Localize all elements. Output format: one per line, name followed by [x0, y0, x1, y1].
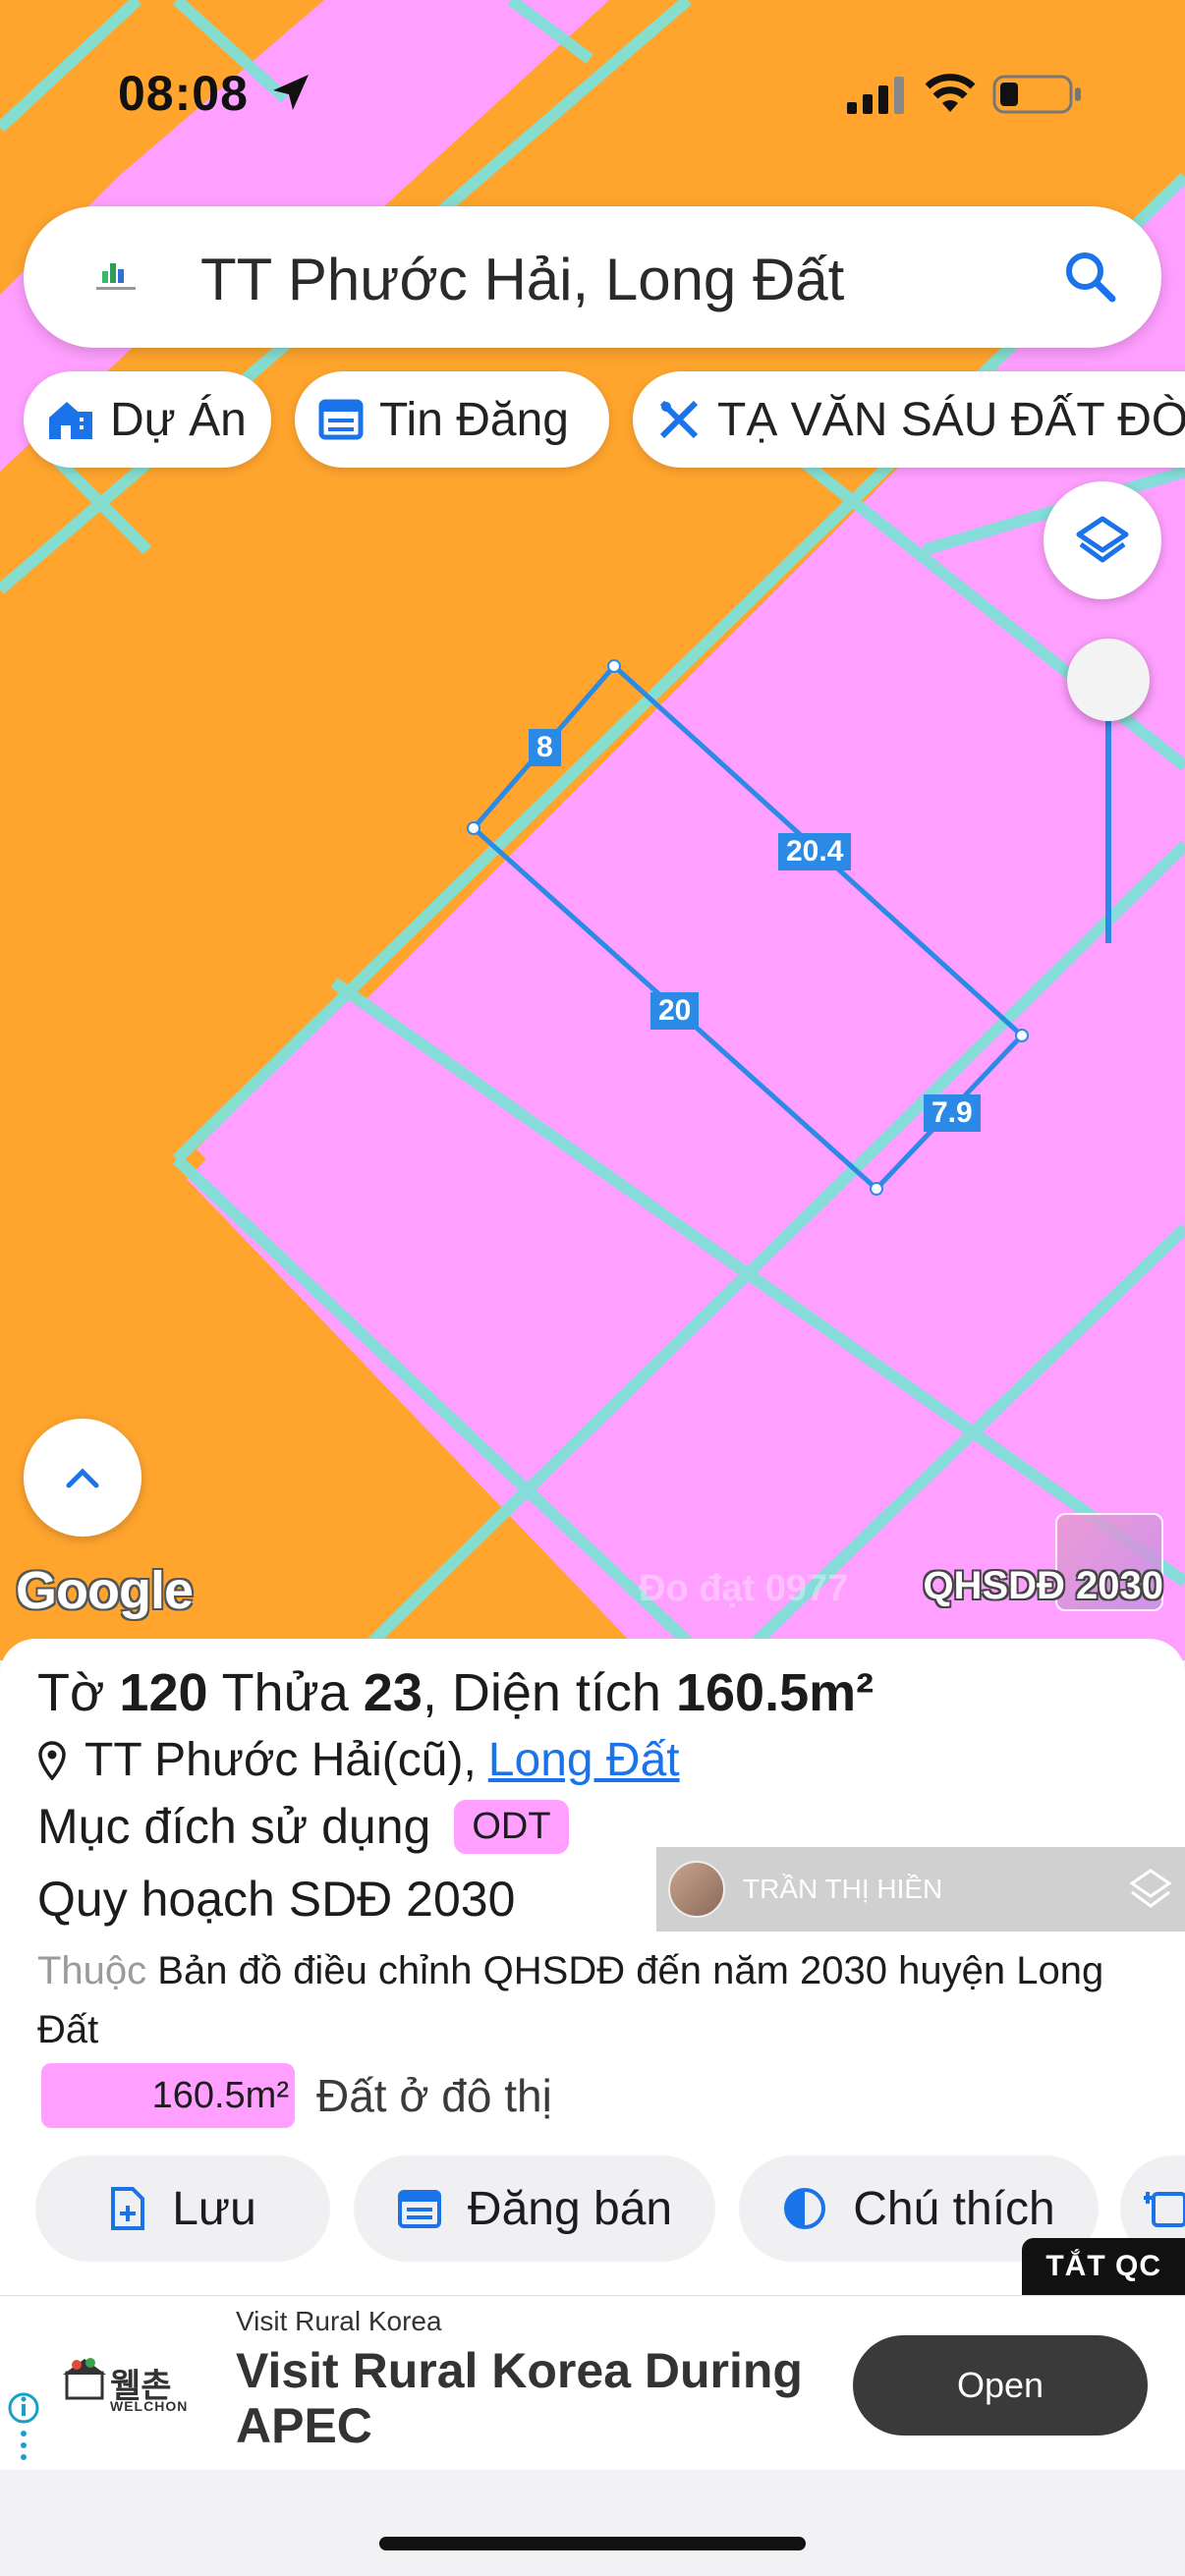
add-calendar-icon [1144, 2186, 1185, 2231]
location-pin-icon [37, 1740, 67, 1780]
welchon-logo: 웰촌 WELCHON [63, 2355, 200, 2424]
battery-icon [992, 75, 1081, 114]
status-time: 08:08 [118, 66, 249, 121]
chip-ta-van-sau[interactable]: TẠ VĂN SÁU ĐẤT ĐÒ [633, 371, 1185, 468]
edge-label: 20 [650, 992, 700, 1030]
legend-contrast-icon [782, 2186, 827, 2231]
search-bar[interactable]: TT Phước Hải, Long Đất [24, 206, 1161, 348]
status-bar: 08:08 [0, 0, 1185, 187]
home-building-icon [47, 398, 94, 441]
edge-label: 20.4 [778, 833, 852, 870]
chip-label: TẠ VĂN SÁU ĐẤT ĐÒ [717, 393, 1185, 446]
watermark: Đo đạt 0977 [639, 1568, 849, 1609]
layers-logo-icon [1129, 1869, 1172, 1908]
cellular-signal-icon [847, 77, 904, 114]
opacity-slider-track[interactable] [1105, 717, 1111, 943]
app-logo-icon [96, 263, 136, 290]
search-input[interactable]: TT Phước Hải, Long Đất [200, 246, 844, 313]
welchon-logo-sub: WELCHON [110, 2398, 189, 2414]
chip-label: Dự Án [110, 393, 247, 446]
ad-info-icon[interactable] [6, 2390, 41, 2469]
post-sale-button[interactable]: Đăng bán [354, 2156, 715, 2262]
chevron-up-icon [66, 1468, 99, 1488]
plan-heading: Quy hoạch SDĐ 2030 [37, 1872, 516, 1927]
avatar [668, 1861, 725, 1918]
purpose-code-badge: ODT [454, 1799, 569, 1854]
layers-icon [1076, 516, 1129, 563]
legend-label: Đất ở đô thị [316, 2070, 552, 2121]
user-tag[interactable]: TRẦN THỊ HIỀN [656, 1847, 1185, 1932]
chip-tin-dang[interactable]: Tin Đăng [295, 371, 609, 468]
ad-open-button[interactable]: Open [853, 2335, 1148, 2436]
ad-headline[interactable]: Visit Rural Korea During APEC [236, 2343, 845, 2453]
calendar-post-icon [397, 2188, 442, 2229]
chip-label: Tin Đăng [379, 393, 569, 446]
save-file-icon [109, 2186, 146, 2231]
wifi-icon [925, 74, 976, 112]
parcel-title: Tờ 120 Thửa 23, Diện tích 160.5m² [37, 1663, 875, 1722]
land-purpose-row: Mục đích sử dụng ODT [37, 1798, 569, 1855]
legend-row: 160.5m² Đất ở đô thị [41, 2063, 552, 2128]
plan-layer-label: QHSDĐ 2030 [923, 1564, 1163, 1607]
layers-button[interactable] [1044, 481, 1161, 599]
opacity-slider-knob[interactable] [1067, 639, 1150, 721]
district-link[interactable]: Long Đất [488, 1733, 680, 1787]
user-name: TRẦN THỊ HIỀN [743, 1874, 943, 1904]
search-icon[interactable] [1061, 248, 1120, 307]
parcel-address: TT Phước Hải(cũ), Long Đất [37, 1733, 680, 1787]
ad-banner[interactable]: 웰촌 WELCHON Visit Rural Korea Visit Rural… [0, 2295, 1185, 2470]
location-arrow-icon [273, 75, 309, 110]
ruler-pencil-icon [656, 397, 702, 442]
listing-icon [318, 399, 364, 440]
save-button[interactable]: Lưu [35, 2156, 330, 2262]
plan-source: Thuộc Bản đồ điều chỉnh QHSDĐ đến năm 20… [37, 1949, 1104, 2051]
expand-up-button[interactable] [24, 1419, 141, 1537]
ad-sponsor: Visit Rural Korea [236, 2306, 442, 2336]
google-logo: Google [16, 1561, 194, 1620]
edge-label: 7.9 [924, 1094, 981, 1132]
hide-ad-button[interactable]: TẮT QC [1022, 2238, 1185, 2295]
legend-area-swatch: 160.5m² [41, 2063, 295, 2128]
home-indicator[interactable] [379, 2537, 806, 2550]
edge-label: 8 [529, 729, 561, 766]
chip-du-an[interactable]: Dự Án [24, 371, 271, 468]
